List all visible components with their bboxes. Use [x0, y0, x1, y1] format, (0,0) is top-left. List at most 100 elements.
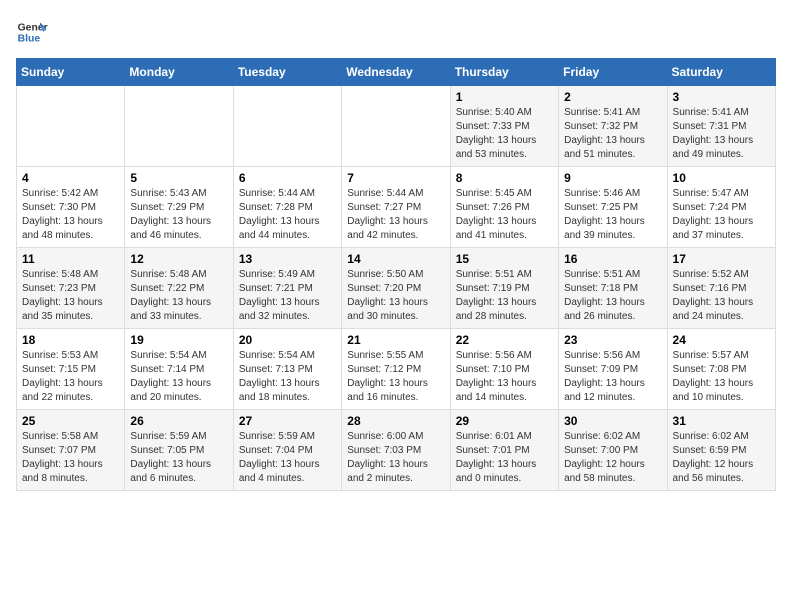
calendar-cell: 18Sunrise: 5:53 AM Sunset: 7:15 PM Dayli…: [17, 329, 125, 410]
day-number: 23: [564, 333, 661, 347]
cell-content: Sunrise: 5:56 AM Sunset: 7:10 PM Dayligh…: [456, 349, 553, 405]
calendar-cell: 22 Sunrise: 5:56 AM Sunset: 7:10 PM Dayli…: [450, 329, 558, 410]
calendar-cell: 8 Sunrise: 5:45 AM Sunset: 7:26 PM Daylig…: [450, 167, 558, 248]
cell-content: Sunrise: 5:44 AM Sunset: 7:27 PM Dayligh…: [347, 187, 444, 243]
calendar-cell: 6 Sunrise: 5:44 AM Sunset: 7:28 PM Daylig…: [233, 167, 341, 248]
cell-content: Sunrise: 5:49 AM Sunset: 7:21 PM Dayligh…: [239, 268, 336, 324]
week-row-5: 25Sunrise: 5:58 AM Sunset: 7:07 PM Dayli…: [17, 410, 776, 491]
calendar-cell: 17Sunrise: 5:52 AM Sunset: 7:16 PM Dayli…: [667, 248, 775, 329]
cell-content: Sunrise: 5:46 AM Sunset: 7:25 PM Dayligh…: [564, 187, 661, 243]
day-number: 17: [673, 252, 770, 266]
header-cell-tuesday: Tuesday: [233, 59, 341, 86]
calendar-cell: 19 Sunrise: 5:54 AM Sunset: 7:14 PM Dayli…: [125, 329, 233, 410]
day-number: 2: [564, 90, 661, 104]
cell-content: Sunrise: 5:58 AM Sunset: 7:07 PM Dayligh…: [22, 430, 119, 486]
day-number: 5: [130, 171, 227, 185]
cell-content: Sunrise: 6:01 AM Sunset: 7:01 PM Dayligh…: [456, 430, 553, 486]
cell-content: Sunrise: 5:59 AM Sunset: 7:04 PM Dayligh…: [239, 430, 336, 486]
header-cell-thursday: Thursday: [450, 59, 558, 86]
calendar-cell: 12 Sunrise: 5:48 AM Sunset: 7:22 PM Dayli…: [125, 248, 233, 329]
day-number: 20: [239, 333, 336, 347]
cell-content: Sunrise: 5:48 AM Sunset: 7:23 PM Dayligh…: [22, 268, 119, 324]
day-number: 30: [564, 414, 661, 428]
cell-content: Sunrise: 5:54 AM Sunset: 7:13 PM Dayligh…: [239, 349, 336, 405]
day-number: 22: [456, 333, 553, 347]
cell-content: Sunrise: 5:42 AM Sunset: 7:30 PM Dayligh…: [22, 187, 119, 243]
cell-content: Sunrise: 5:48 AM Sunset: 7:22 PM Dayligh…: [130, 268, 227, 324]
header-cell-wednesday: Wednesday: [342, 59, 450, 86]
calendar-cell: 30 Sunrise: 6:02 AM Sunset: 7:00 PM Dayli…: [559, 410, 667, 491]
calendar-cell: 23Sunrise: 5:56 AM Sunset: 7:09 PM Dayli…: [559, 329, 667, 410]
cell-content: Sunrise: 5:53 AM Sunset: 7:15 PM Dayligh…: [22, 349, 119, 405]
calendar-cell: 15 Sunrise: 5:51 AM Sunset: 7:19 PM Dayli…: [450, 248, 558, 329]
day-number: 16: [564, 252, 661, 266]
calendar-body: 1 Sunrise: 5:40 AM Sunset: 7:33 PM Daylig…: [17, 86, 776, 491]
calendar-cell: 10 Sunrise: 5:47 AM Sunset: 7:24 PM Dayli…: [667, 167, 775, 248]
day-number: 8: [456, 171, 553, 185]
svg-text:Blue: Blue: [18, 34, 41, 45]
cell-content: Sunrise: 5:40 AM Sunset: 7:33 PM Dayligh…: [456, 106, 553, 162]
page-header: General Blue: [16, 16, 776, 48]
day-number: 14: [347, 252, 444, 266]
week-row-3: 11 Sunrise: 5:48 AM Sunset: 7:23 PM Dayli…: [17, 248, 776, 329]
logo-icon: General Blue: [16, 16, 48, 48]
calendar-cell: [233, 86, 341, 167]
calendar-cell: [17, 86, 125, 167]
calendar-cell: 16 Sunrise: 5:51 AM Sunset: 7:18 PM Dayli…: [559, 248, 667, 329]
cell-content: Sunrise: 5:57 AM Sunset: 7:08 PM Dayligh…: [673, 349, 770, 405]
header-cell-friday: Friday: [559, 59, 667, 86]
day-number: 3: [673, 90, 770, 104]
cell-content: Sunrise: 5:55 AM Sunset: 7:12 PM Dayligh…: [347, 349, 444, 405]
cell-content: Sunrise: 5:51 AM Sunset: 7:19 PM Dayligh…: [456, 268, 553, 324]
day-number: 29: [456, 414, 553, 428]
cell-content: Sunrise: 5:47 AM Sunset: 7:24 PM Dayligh…: [673, 187, 770, 243]
day-number: 11: [22, 252, 119, 266]
calendar-cell: [342, 86, 450, 167]
calendar-cell: 21 Sunrise: 5:55 AM Sunset: 7:12 PM Dayli…: [342, 329, 450, 410]
cell-content: Sunrise: 6:02 AM Sunset: 6:59 PM Dayligh…: [673, 430, 770, 486]
calendar-cell: 20 Sunrise: 5:54 AM Sunset: 7:13 PM Dayli…: [233, 329, 341, 410]
calendar-cell: 1 Sunrise: 5:40 AM Sunset: 7:33 PM Daylig…: [450, 86, 558, 167]
calendar-cell: 31 Sunrise: 6:02 AM Sunset: 6:59 PM Dayli…: [667, 410, 775, 491]
calendar-cell: 24 Sunrise: 5:57 AM Sunset: 7:08 PM Dayli…: [667, 329, 775, 410]
day-number: 1: [456, 90, 553, 104]
calendar-cell: 14 Sunrise: 5:50 AM Sunset: 7:20 PM Dayli…: [342, 248, 450, 329]
calendar-header: SundayMondayTuesdayWednesdayThursdayFrid…: [17, 59, 776, 86]
cell-content: Sunrise: 6:02 AM Sunset: 7:00 PM Dayligh…: [564, 430, 661, 486]
cell-content: Sunrise: 5:50 AM Sunset: 7:20 PM Dayligh…: [347, 268, 444, 324]
day-number: 28: [347, 414, 444, 428]
day-number: 6: [239, 171, 336, 185]
day-number: 10: [673, 171, 770, 185]
day-number: 15: [456, 252, 553, 266]
day-number: 26: [130, 414, 227, 428]
cell-content: Sunrise: 6:00 AM Sunset: 7:03 PM Dayligh…: [347, 430, 444, 486]
cell-content: Sunrise: 5:45 AM Sunset: 7:26 PM Dayligh…: [456, 187, 553, 243]
calendar-cell: 4 Sunrise: 5:42 AM Sunset: 7:30 PM Daylig…: [17, 167, 125, 248]
week-row-1: 1 Sunrise: 5:40 AM Sunset: 7:33 PM Daylig…: [17, 86, 776, 167]
calendar-cell: [125, 86, 233, 167]
header-row: SundayMondayTuesdayWednesdayThursdayFrid…: [17, 59, 776, 86]
day-number: 12: [130, 252, 227, 266]
cell-content: Sunrise: 5:43 AM Sunset: 7:29 PM Dayligh…: [130, 187, 227, 243]
calendar-cell: 3 Sunrise: 5:41 AM Sunset: 7:31 PM Daylig…: [667, 86, 775, 167]
cell-content: Sunrise: 5:41 AM Sunset: 7:31 PM Dayligh…: [673, 106, 770, 162]
day-number: 21: [347, 333, 444, 347]
day-number: 27: [239, 414, 336, 428]
day-number: 4: [22, 171, 119, 185]
day-number: 9: [564, 171, 661, 185]
cell-content: Sunrise: 5:54 AM Sunset: 7:14 PM Dayligh…: [130, 349, 227, 405]
cell-content: Sunrise: 5:59 AM Sunset: 7:05 PM Dayligh…: [130, 430, 227, 486]
day-number: 24: [673, 333, 770, 347]
calendar-cell: 5 Sunrise: 5:43 AM Sunset: 7:29 PM Daylig…: [125, 167, 233, 248]
calendar-cell: 28 Sunrise: 6:00 AM Sunset: 7:03 PM Dayli…: [342, 410, 450, 491]
calendar-cell: 26 Sunrise: 5:59 AM Sunset: 7:05 PM Dayli…: [125, 410, 233, 491]
day-number: 19: [130, 333, 227, 347]
header-cell-sunday: Sunday: [17, 59, 125, 86]
cell-content: Sunrise: 5:51 AM Sunset: 7:18 PM Dayligh…: [564, 268, 661, 324]
calendar-cell: 27 Sunrise: 5:59 AM Sunset: 7:04 PM Dayli…: [233, 410, 341, 491]
day-number: 31: [673, 414, 770, 428]
logo: General Blue: [16, 16, 48, 48]
cell-content: Sunrise: 5:44 AM Sunset: 7:28 PM Dayligh…: [239, 187, 336, 243]
cell-content: Sunrise: 5:41 AM Sunset: 7:32 PM Dayligh…: [564, 106, 661, 162]
header-cell-saturday: Saturday: [667, 59, 775, 86]
